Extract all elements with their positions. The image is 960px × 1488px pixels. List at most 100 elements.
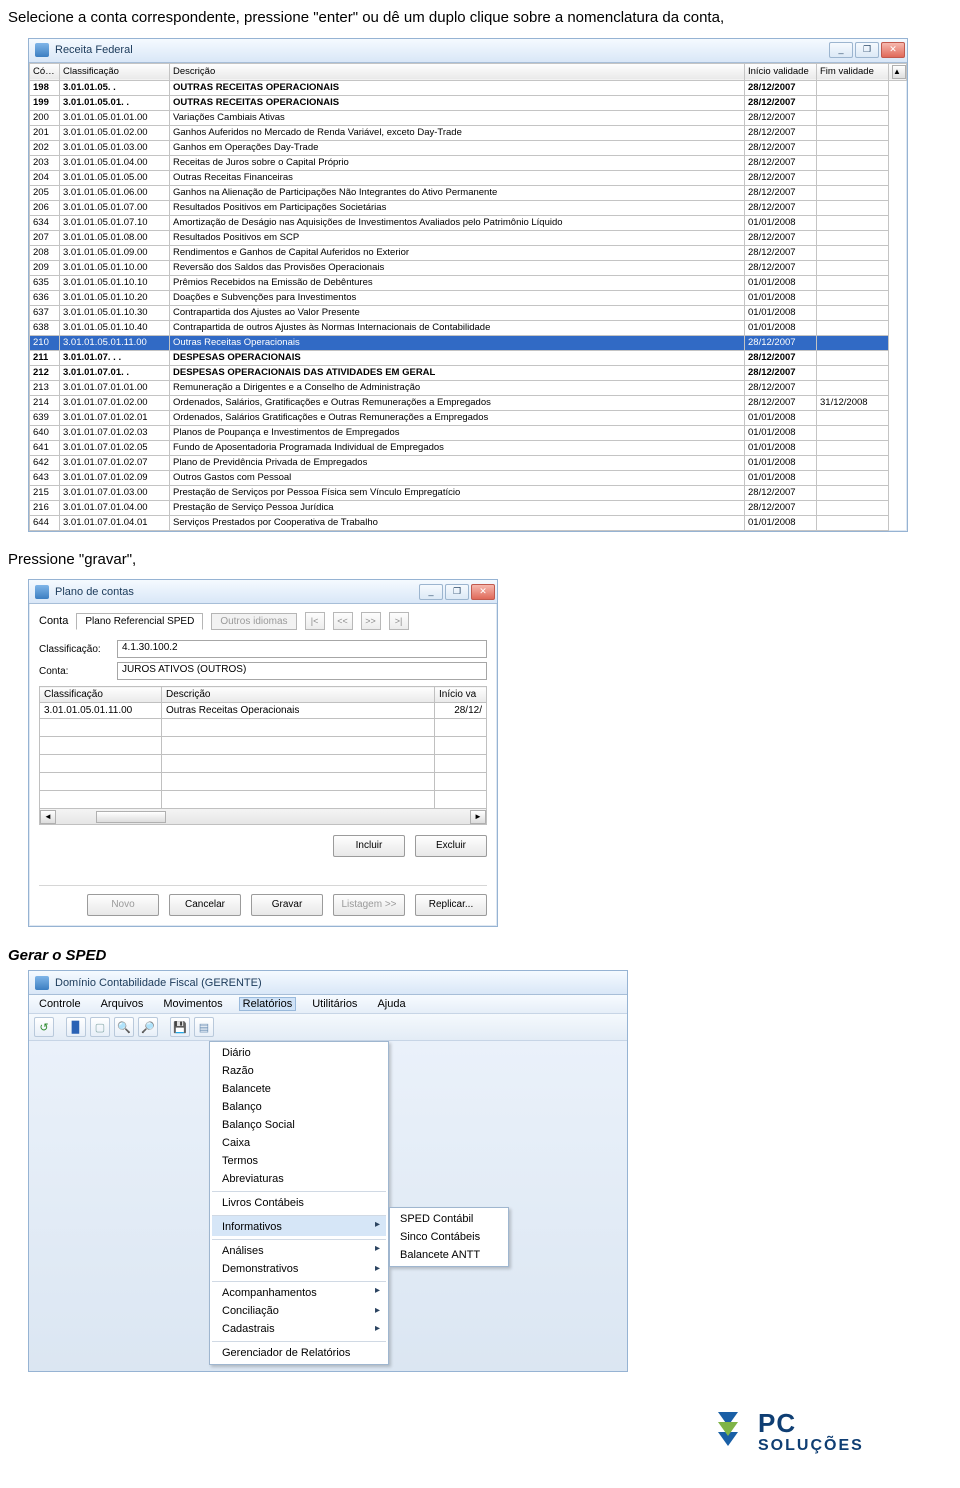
table-row[interactable]: 1983.01.01.05. .OUTRAS RECEITAS OPERACIO… bbox=[30, 80, 907, 95]
cancelar-button[interactable]: Cancelar bbox=[169, 894, 241, 916]
menu-item[interactable]: Balanço bbox=[212, 1098, 386, 1116]
menu-ajuda[interactable]: Ajuda bbox=[373, 997, 409, 1011]
table-row[interactable]: 2073.01.01.05.01.08.00Resultados Positiv… bbox=[30, 230, 907, 245]
table-row[interactable]: 3.01.01.05.01.11.00 Outras Receitas Oper… bbox=[40, 703, 487, 719]
table-row[interactable]: 6343.01.01.05.01.07.10Amortização de Des… bbox=[30, 215, 907, 230]
close-button[interactable]: ✕ bbox=[471, 584, 495, 600]
table-row[interactable]: 6353.01.01.05.01.10.10Prêmios Recebidos … bbox=[30, 275, 907, 290]
maximize-button[interactable]: ❐ bbox=[445, 584, 469, 600]
accounts-grid[interactable]: Código Classificação Descrição Início va… bbox=[29, 63, 907, 531]
submenu-item[interactable]: Sinco Contábeis bbox=[392, 1228, 506, 1246]
menu-item[interactable]: Análises bbox=[212, 1239, 386, 1260]
linked-accounts-grid[interactable]: Classificação Descrição Início va 3.01.0… bbox=[39, 686, 487, 809]
menu-item[interactable]: Termos bbox=[212, 1152, 386, 1170]
col-descricao[interactable]: Descrição bbox=[162, 687, 435, 703]
col-fim-validade[interactable]: Fim validade bbox=[817, 63, 889, 80]
menu-item[interactable]: Cadastrais bbox=[212, 1320, 386, 1338]
menu-item[interactable]: Razão bbox=[212, 1062, 386, 1080]
col-classificacao[interactable]: Classificação bbox=[40, 687, 162, 703]
table-row[interactable]: 6413.01.01.07.01.02.05Fundo de Aposentad… bbox=[30, 440, 907, 455]
table-row[interactable]: 2003.01.01.05.01.01.00Variações Cambiais… bbox=[30, 110, 907, 125]
scroll-right-button[interactable]: ► bbox=[470, 810, 486, 824]
table-row[interactable]: 2163.01.01.07.01.04.00Prestação de Servi… bbox=[30, 500, 907, 515]
tab-plano-referencial[interactable]: Plano Referencial SPED bbox=[76, 613, 203, 630]
table-row[interactable]: 2033.01.01.05.01.04.00Receitas de Juros … bbox=[30, 155, 907, 170]
zoom-icon[interactable]: 🔎 bbox=[138, 1017, 158, 1037]
table-row[interactable]: 2113.01.01.07. . .DESPESAS OPERACIONAIS2… bbox=[30, 350, 907, 365]
classificacao-input[interactable]: 4.1.30.100.2 bbox=[117, 640, 487, 658]
table-row[interactable]: 6443.01.01.07.01.04.01Serviços Prestados… bbox=[30, 515, 907, 530]
table-row[interactable]: 6393.01.01.07.01.02.01Ordenados, Salário… bbox=[30, 410, 907, 425]
gravar-button[interactable]: Gravar bbox=[251, 894, 323, 916]
novo-button[interactable]: Novo bbox=[87, 894, 159, 916]
table-row[interactable]: 2143.01.01.07.01.02.00Ordenados, Salário… bbox=[30, 395, 907, 410]
menu-item[interactable]: Acompanhamentos bbox=[212, 1281, 386, 1302]
menu-movimentos[interactable]: Movimentos bbox=[159, 997, 226, 1011]
table-row[interactable]: 6363.01.01.05.01.10.20Doações e Subvençõ… bbox=[30, 290, 907, 305]
table-row[interactable]: 2133.01.01.07.01.01.00Remuneração a Diri… bbox=[30, 380, 907, 395]
titlebar[interactable]: Plano de contas _ ❐ ✕ bbox=[29, 580, 497, 604]
menu-item[interactable]: Diário bbox=[212, 1044, 386, 1062]
menu-arquivos[interactable]: Arquivos bbox=[97, 997, 148, 1011]
submenu-item[interactable]: Balancete ANTT bbox=[392, 1246, 506, 1264]
menu-item[interactable]: Balancete bbox=[212, 1080, 386, 1098]
relatorios-dropdown[interactable]: DiárioRazãoBalanceteBalançoBalanço Socia… bbox=[209, 1041, 389, 1365]
menu-controle[interactable]: Controle bbox=[35, 997, 85, 1011]
titlebar[interactable]: Domínio Contabilidade Fiscal (GERENTE) bbox=[29, 971, 627, 995]
back-icon[interactable]: ↺ bbox=[34, 1017, 54, 1037]
table-row[interactable]: 2153.01.01.07.01.03.00Prestação de Servi… bbox=[30, 485, 907, 500]
nav-prev[interactable]: << bbox=[333, 612, 353, 630]
table-row[interactable]: 2093.01.01.05.01.10.00Reversão dos Saldo… bbox=[30, 260, 907, 275]
tab-outros-idiomas[interactable]: Outros idiomas bbox=[211, 613, 296, 630]
menubar[interactable]: Controle Arquivos Movimentos Relatórios Util… bbox=[29, 995, 627, 1014]
table-row[interactable]: 6383.01.01.05.01.10.40Contrapartida de o… bbox=[30, 320, 907, 335]
save-icon[interactable]: 💾 bbox=[170, 1017, 190, 1037]
col-descricao[interactable]: Descrição bbox=[170, 63, 745, 80]
menu-item[interactable]: Balanço Social bbox=[212, 1116, 386, 1134]
menu-utilitários[interactable]: Utilitários bbox=[308, 997, 361, 1011]
listagem-button[interactable]: Listagem >> bbox=[333, 894, 405, 916]
scroll-thumb[interactable] bbox=[96, 811, 166, 823]
menu-relatórios[interactable]: Relatórios bbox=[239, 997, 297, 1011]
book-blue-icon[interactable]: ▉ bbox=[66, 1017, 86, 1037]
table-row[interactable]: 6433.01.01.07.01.02.09Outros Gastos com … bbox=[30, 470, 907, 485]
nav-next[interactable]: >> bbox=[361, 612, 381, 630]
table-row[interactable]: 2123.01.01.07.01. .DESPESAS OPERACIONAIS… bbox=[30, 365, 907, 380]
col-codigo[interactable]: Código bbox=[30, 63, 60, 80]
excluir-button[interactable]: Excluir bbox=[415, 835, 487, 857]
menu-item[interactable]: Demonstrativos bbox=[212, 1260, 386, 1278]
informativos-submenu[interactable]: SPED ContábilSinco ContábeisBalancete AN… bbox=[389, 1207, 509, 1267]
menu-item[interactable]: Livros Contábeis bbox=[212, 1191, 386, 1212]
submenu-item[interactable]: SPED Contábil bbox=[392, 1210, 506, 1228]
horizontal-scrollbar[interactable]: ◄ ► bbox=[39, 809, 487, 825]
menu-item[interactable]: Caixa bbox=[212, 1134, 386, 1152]
menu-item[interactable]: Gerenciador de Relatórios bbox=[212, 1341, 386, 1362]
search-icon[interactable]: 🔍 bbox=[114, 1017, 134, 1037]
table-row[interactable]: 2083.01.01.05.01.09.00Rendimentos e Ganh… bbox=[30, 245, 907, 260]
conta-input[interactable]: JUROS ATIVOS (OUTROS) bbox=[117, 662, 487, 680]
menu-item[interactable]: Abreviaturas bbox=[212, 1170, 386, 1188]
table-row[interactable]: 2013.01.01.05.01.02.00Ganhos Auferidos n… bbox=[30, 125, 907, 140]
table-row[interactable]: 2063.01.01.05.01.07.00Resultados Positiv… bbox=[30, 200, 907, 215]
minimize-button[interactable]: _ bbox=[829, 42, 853, 58]
col-inicio-va[interactable]: Início va bbox=[435, 687, 487, 703]
table-row[interactable]: 2023.01.01.05.01.03.00Ganhos em Operaçõe… bbox=[30, 140, 907, 155]
scroll-up-button[interactable]: ▲ bbox=[892, 65, 906, 79]
book-icon[interactable]: ▤ bbox=[194, 1017, 214, 1037]
replicar-button[interactable]: Replicar... bbox=[415, 894, 487, 916]
nav-last[interactable]: >| bbox=[389, 612, 409, 630]
table-row[interactable]: 6423.01.01.07.01.02.07Plano de Previdênc… bbox=[30, 455, 907, 470]
menu-item[interactable]: Conciliação bbox=[212, 1302, 386, 1320]
menu-item[interactable]: Informativos bbox=[212, 1215, 386, 1236]
nav-first[interactable]: |< bbox=[305, 612, 325, 630]
minimize-button[interactable]: _ bbox=[419, 584, 443, 600]
new-doc-icon[interactable]: ▢ bbox=[90, 1017, 110, 1037]
titlebar[interactable]: Receita Federal _ ❐ ✕ bbox=[29, 39, 907, 63]
col-inicio-validade[interactable]: Início validade bbox=[745, 63, 817, 80]
col-classificacao[interactable]: Classificação bbox=[60, 63, 170, 80]
table-row[interactable]: 6403.01.01.07.01.02.03Planos de Poupança… bbox=[30, 425, 907, 440]
table-row[interactable]: 2103.01.01.05.01.11.00Outras Receitas Op… bbox=[30, 335, 907, 350]
scroll-left-button[interactable]: ◄ bbox=[40, 810, 56, 824]
table-row[interactable]: 1993.01.01.05.01. .OUTRAS RECEITAS OPERA… bbox=[30, 95, 907, 110]
table-row[interactable]: 6373.01.01.05.01.10.30Contrapartida dos … bbox=[30, 305, 907, 320]
